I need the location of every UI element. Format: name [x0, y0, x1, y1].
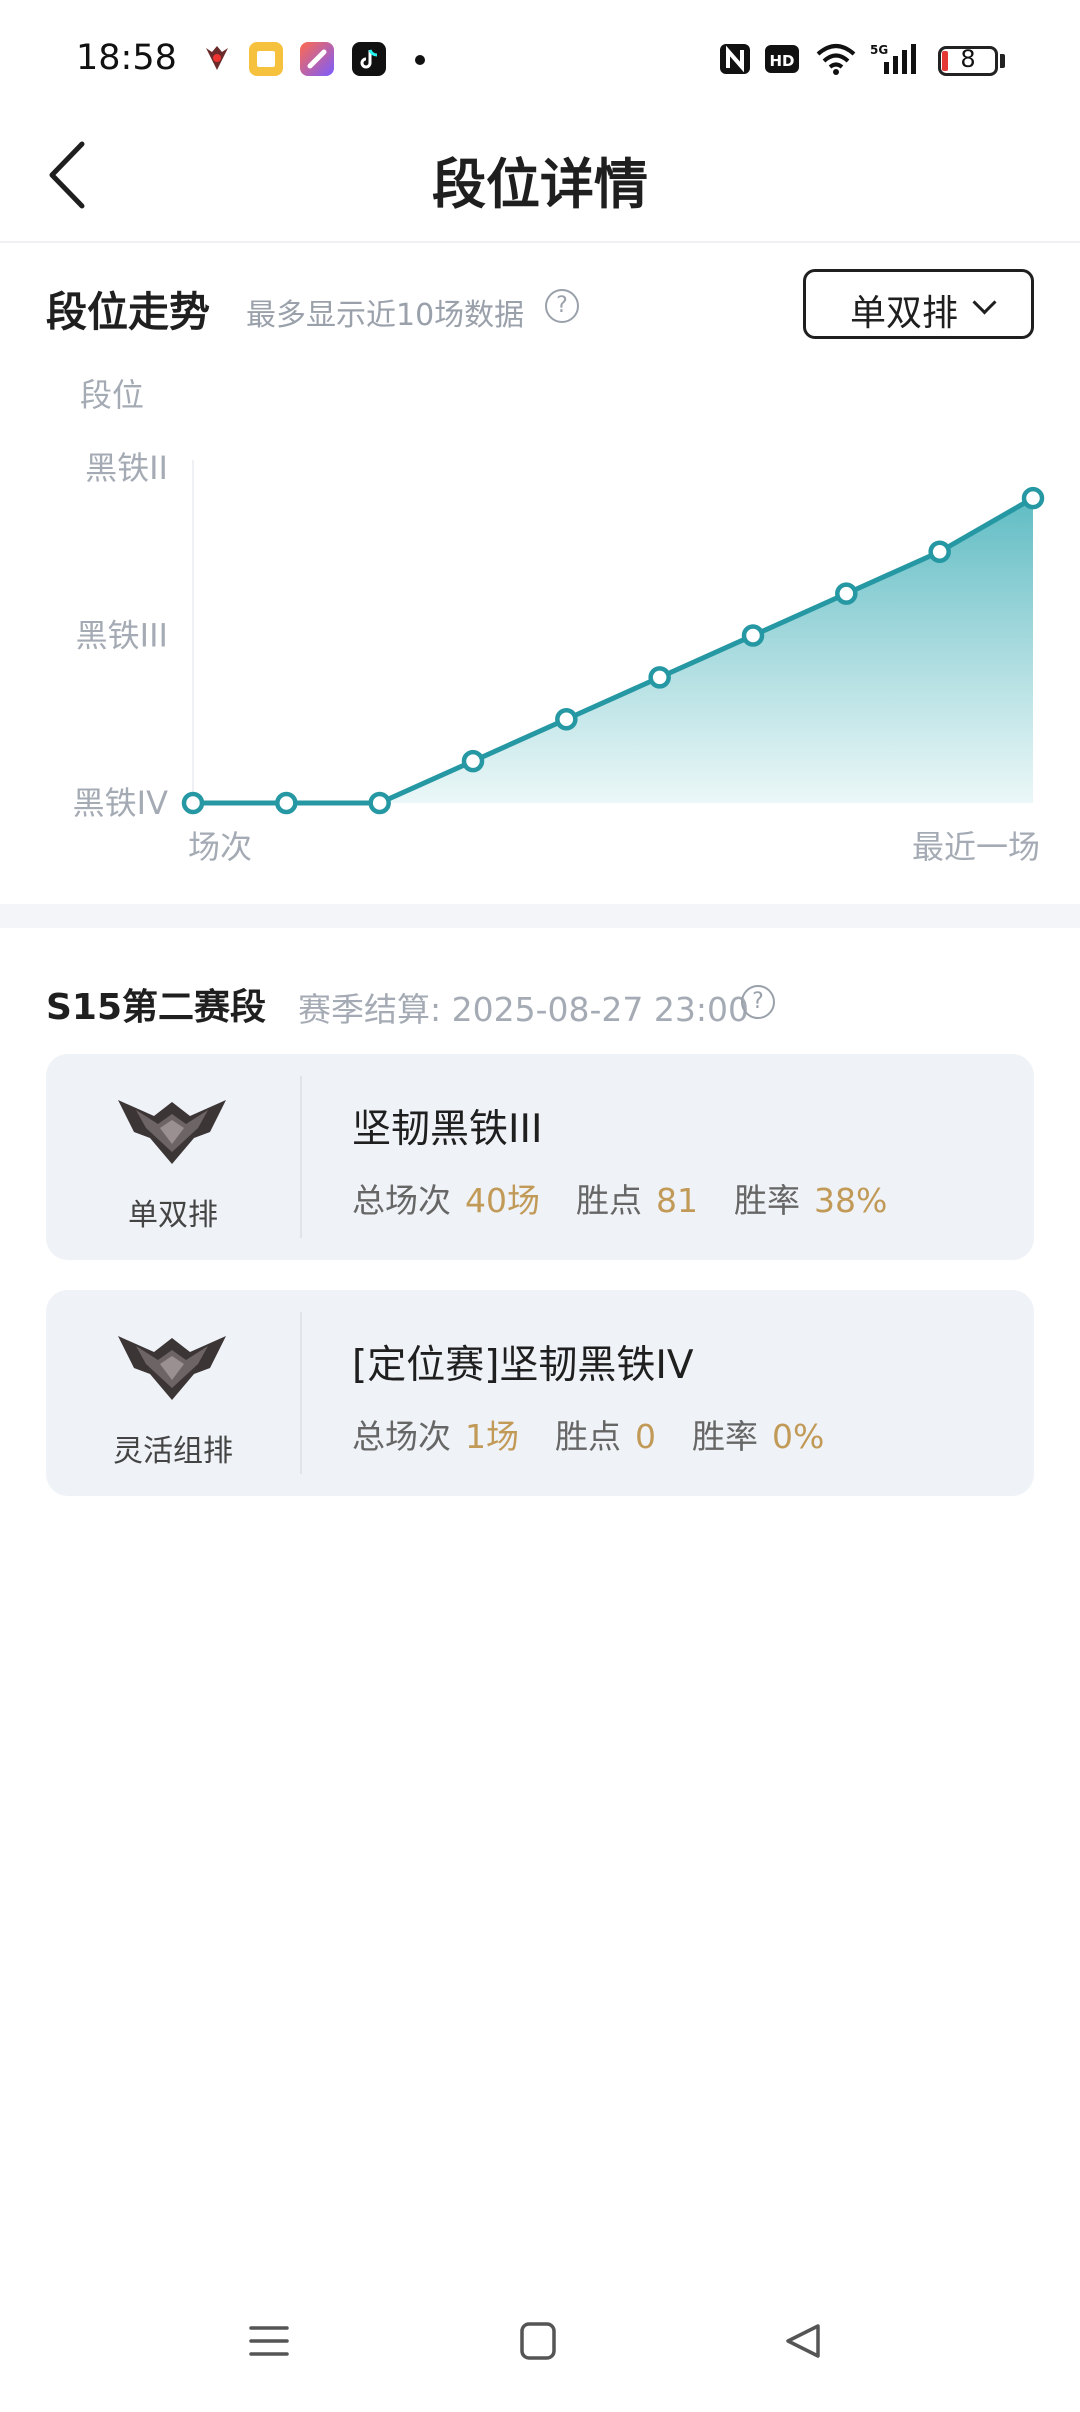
card-stats: 总场次 40场 胜点 81 胜率 38% [352, 1174, 923, 1222]
home-icon[interactable] [518, 2320, 560, 2366]
back-triangle-icon[interactable] [782, 2320, 824, 2366]
winrate-label: 胜率 [734, 1181, 800, 1220]
games-value: 40场 [465, 1181, 540, 1220]
queue-select[interactable]: 单双排 [803, 269, 1034, 339]
iron-rank-emblem-icon [118, 1336, 226, 1400]
card-queue-name: 灵活组排 [113, 1434, 233, 1469]
winrate-value: 0% [772, 1417, 825, 1456]
card-rank-name: 坚韧黑铁III [352, 1107, 543, 1152]
chart-y-tick: 黑铁II [85, 449, 168, 487]
battery-percent: 8 [960, 45, 976, 73]
queue-select-label: 单双排 [850, 293, 959, 334]
hd-icon: HD [764, 42, 800, 76]
signal-5g-icon: 5G [870, 42, 922, 76]
card-divider [300, 1076, 302, 1238]
lp-value: 81 [656, 1181, 698, 1220]
page-title: 段位详情 [432, 153, 648, 216]
rank-card-solo[interactable]: 单双排 坚韧黑铁III 总场次 40场 胜点 81 胜率 38% [46, 1054, 1034, 1260]
season-title: S15第二赛段 [46, 987, 267, 1028]
nfc-icon [718, 42, 752, 76]
section-gap [0, 904, 1080, 928]
lp-label: 胜点 [555, 1417, 621, 1456]
winrate-label: 胜率 [692, 1417, 758, 1456]
tiktok-app-icon [352, 42, 386, 76]
status-time: 18:58 [76, 38, 177, 78]
wifi-icon [814, 42, 858, 76]
chart-point [648, 666, 671, 689]
chart-point [835, 582, 858, 605]
card-stats: 总场次 1场 胜点 0 胜率 0% [352, 1410, 860, 1458]
rank-trend-chart: 段位 黑铁IV 黑铁III 黑铁II 场次 最近一场 [0, 360, 1080, 880]
chart-point [368, 791, 391, 815]
header-divider [0, 241, 1080, 243]
games-value: 1场 [465, 1417, 519, 1456]
chart-point [928, 540, 951, 563]
chart-area [193, 498, 1033, 803]
chart-point [741, 624, 765, 647]
chart-point [181, 791, 205, 815]
card-divider [300, 1312, 302, 1474]
notes-app-icon [249, 42, 283, 76]
battery-cap [1000, 54, 1005, 68]
chart-ylabel: 段位 [80, 376, 144, 414]
lp-label: 胜点 [576, 1181, 642, 1220]
chart-point [555, 708, 578, 731]
tools-app-icon [300, 42, 334, 76]
card-queue-name: 单双排 [128, 1198, 218, 1233]
game-app-icon [200, 42, 234, 76]
rank-card-flex[interactable]: 灵活组排 [定位赛]坚韧黑铁IV 总场次 1场 胜点 0 胜率 0% [46, 1290, 1034, 1496]
games-label: 总场次 [352, 1417, 451, 1456]
svg-text:5G: 5G [870, 43, 888, 57]
chart-y-tick: 黑铁IV [73, 784, 168, 822]
chevron-down-icon [972, 290, 997, 315]
winrate-value: 38% [814, 1181, 888, 1220]
season-settle-time: 赛季结算: 2025-08-27 23:00 [298, 990, 749, 1029]
trend-subtitle: 最多显示近10场数据 [246, 298, 525, 333]
chart-y-tick: 黑铁III [76, 617, 168, 655]
chart-point [461, 749, 485, 773]
chart-point [1021, 486, 1045, 510]
chart-xlabel-end: 最近一场 [912, 828, 1040, 866]
iron-rank-emblem-icon [118, 1100, 226, 1164]
card-rank-name: [定位赛]坚韧黑铁IV [352, 1343, 694, 1388]
trend-title: 段位走势 [46, 288, 210, 336]
games-label: 总场次 [352, 1181, 451, 1220]
chart-xlabel-start: 场次 [188, 828, 252, 866]
lp-value: 0 [635, 1417, 656, 1456]
menu-icon[interactable] [248, 2320, 290, 2366]
help-icon[interactable]: ? [545, 289, 579, 323]
season-help-icon[interactable]: ? [741, 985, 775, 1019]
notification-dot [415, 55, 425, 65]
chart-point [275, 791, 298, 815]
svg-text:HD: HD [769, 52, 794, 70]
